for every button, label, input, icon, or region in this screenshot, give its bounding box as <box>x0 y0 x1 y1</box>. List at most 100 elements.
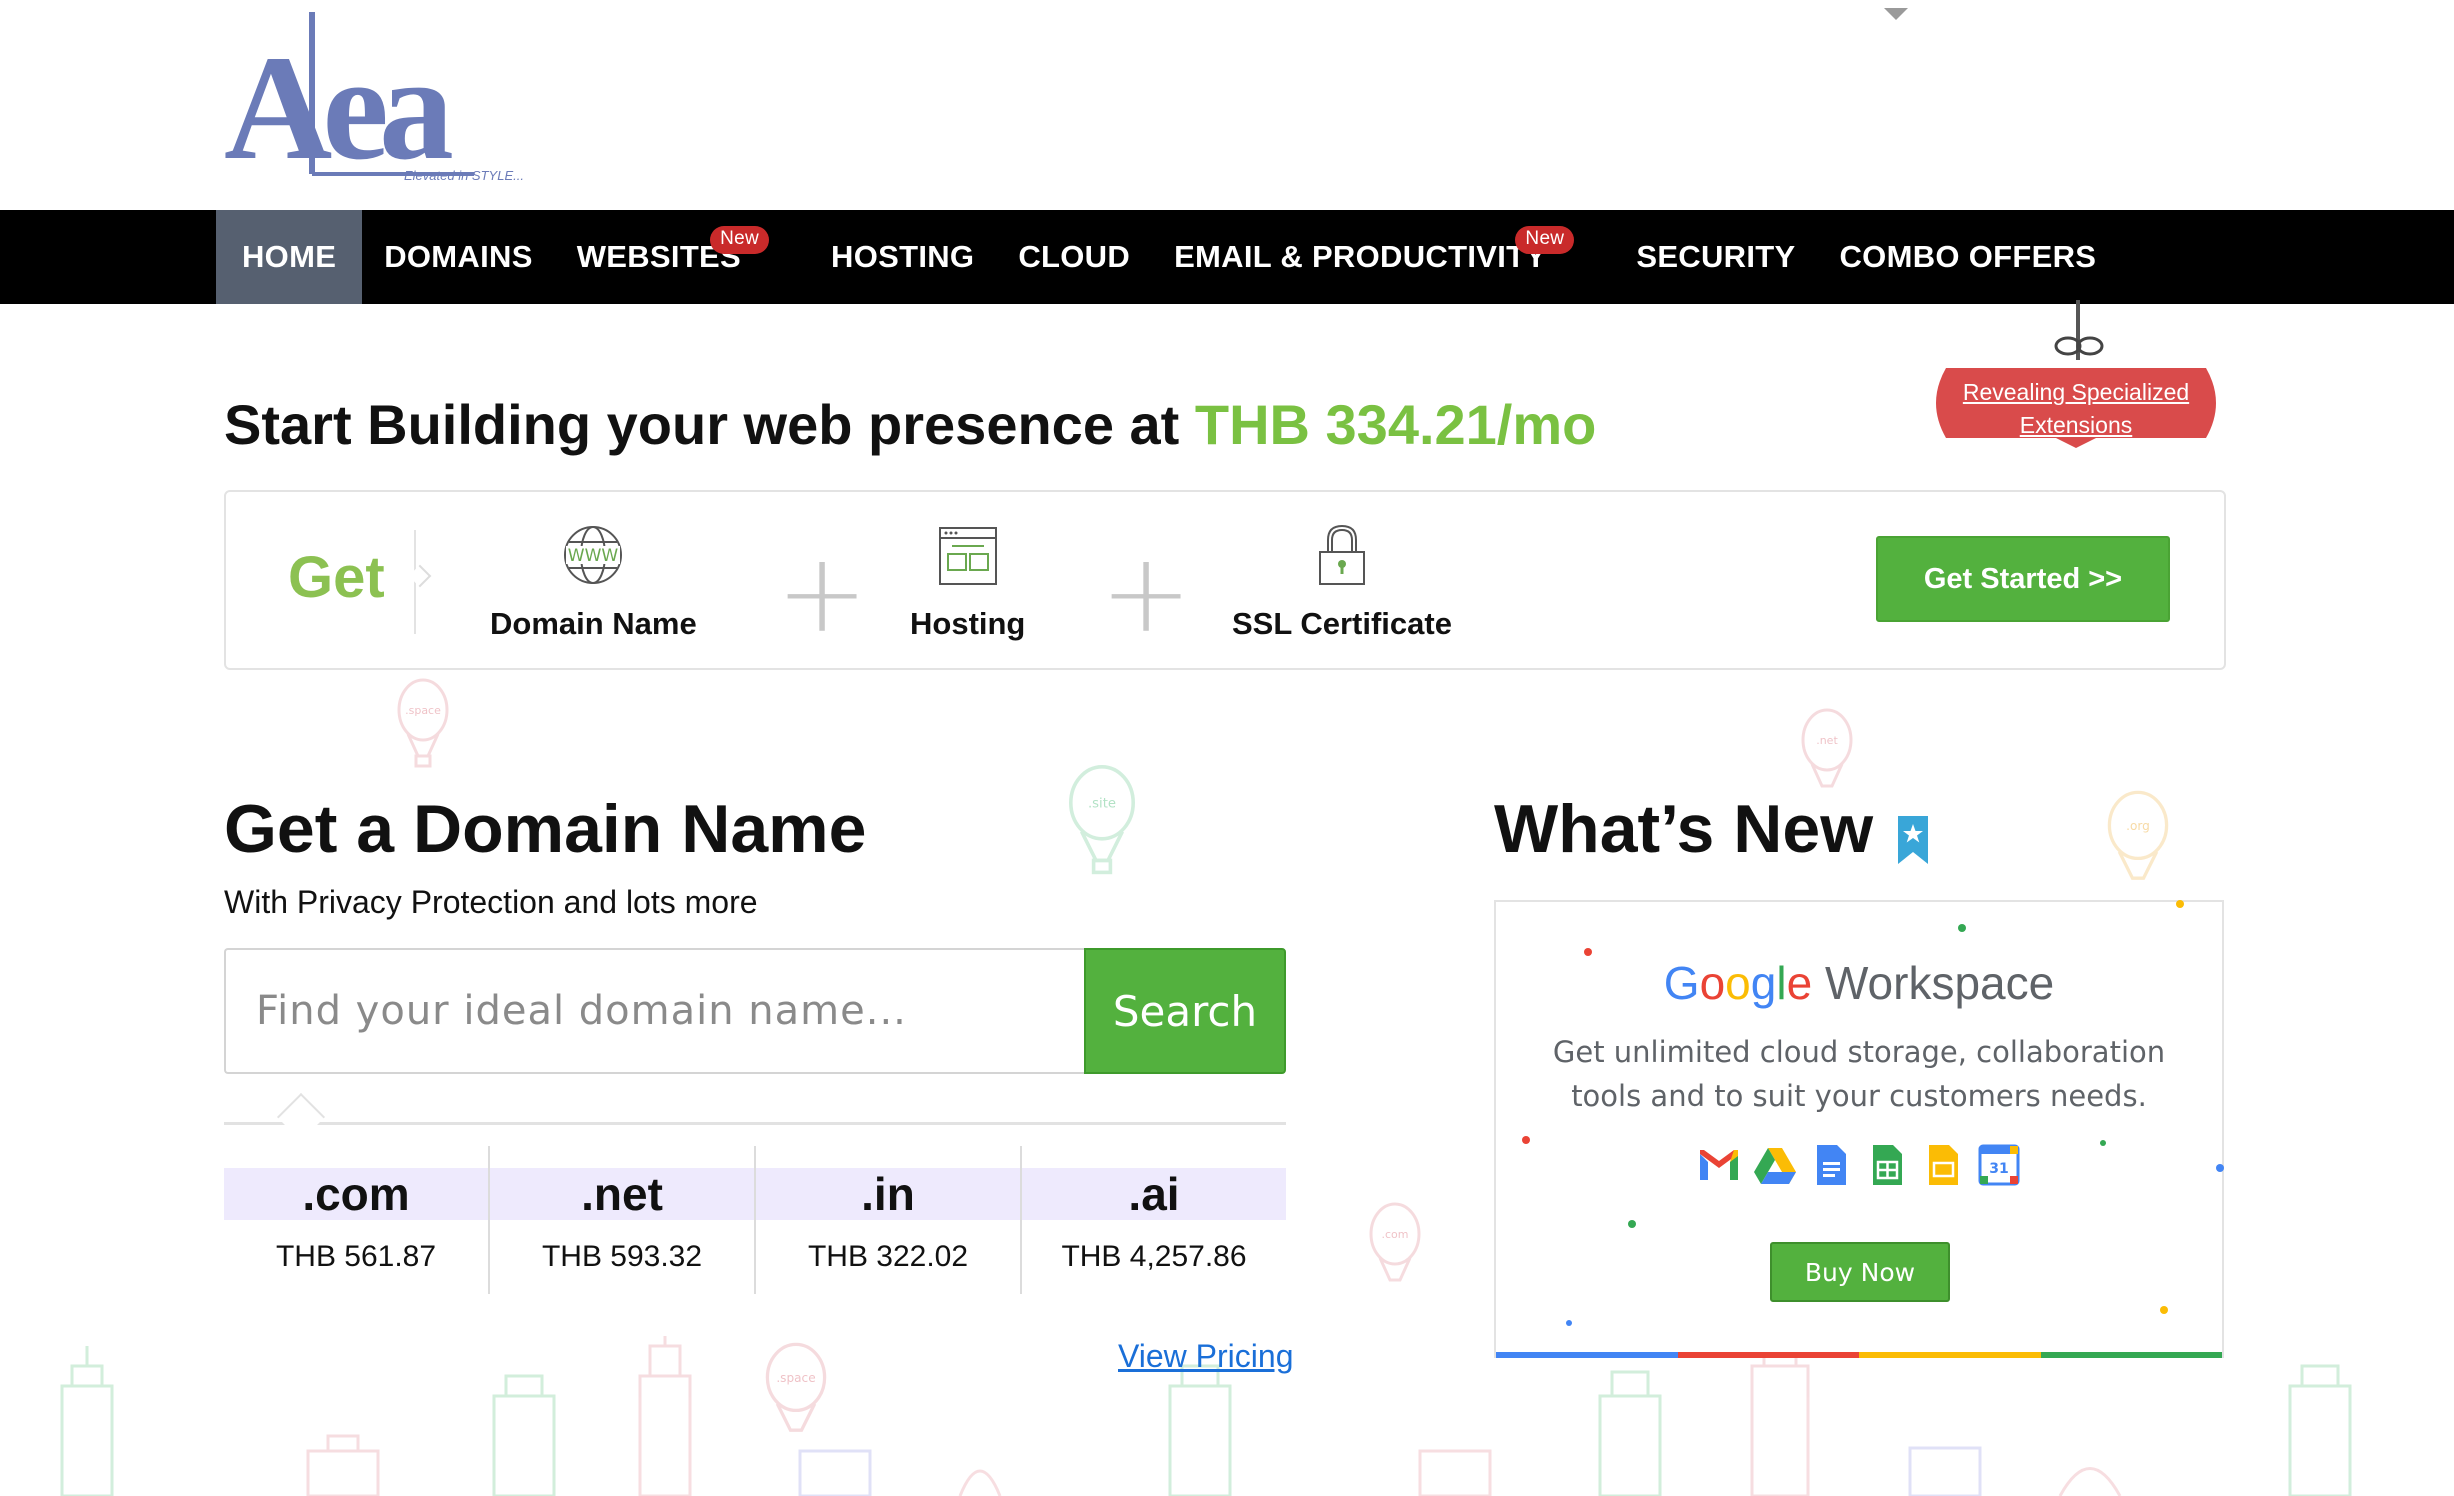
domain-section-title: Get a Domain Name <box>224 791 867 867</box>
sheets-icon <box>1873 1145 1902 1185</box>
nav-item-cloud[interactable]: CLOUD <box>996 210 1152 304</box>
tld-price: THB 322.02 <box>807 1240 969 1273</box>
nav-items: HOME DOMAINS WEBSITES New HOSTING CLOUD E… <box>216 210 2118 304</box>
google-workspace-description: Get unlimited cloud storage, collaborati… <box>1552 1035 2166 1113</box>
promo-link[interactable]: Revealing Specialized Extensions <box>1930 376 2222 442</box>
confetti-dot <box>2216 1164 2224 1172</box>
hosting-window-icon <box>938 527 997 585</box>
tld-price: THB 561.87 <box>275 1240 437 1273</box>
nav-item-security[interactable]: SECURITY <box>1614 210 1817 304</box>
confetti-dot <box>2160 1306 2168 1314</box>
divider <box>224 1122 1286 1125</box>
drive-icon <box>1754 1148 1796 1184</box>
bundle-item-label: Domain Name <box>490 606 697 641</box>
confetti-dot <box>2100 1140 2106 1146</box>
nav-item-label: SECURITY <box>1636 239 1796 274</box>
bundle-item-domain: WWW Domain Name <box>490 522 697 642</box>
bundle-item-hosting: Hosting <box>910 522 1025 642</box>
get-started-button[interactable]: Get Started >> <box>1876 536 2170 622</box>
calendar-icon: 31 <box>1978 1144 2020 1186</box>
nav-item-hosting[interactable]: HOSTING <box>809 210 996 304</box>
bookmark-star-icon <box>1898 816 1928 864</box>
tld-name: .in <box>756 1168 1020 1220</box>
bundle-item-label: Hosting <box>910 606 1026 641</box>
tld-name: .ai <box>1022 1168 1286 1220</box>
slides-icon <box>1929 1145 1958 1185</box>
nav-item-label: EMAIL & PRODUCTIVITY <box>1174 239 1547 274</box>
balloon-decoration: .com <box>1369 1202 1421 1282</box>
balloon-label: .net <box>1816 734 1838 747</box>
google-app-icons: 31 <box>1696 1142 2022 1192</box>
whats-new-title: What’s New <box>1494 791 1874 867</box>
confetti-dot <box>1628 1220 1636 1228</box>
confetti-dot <box>1522 1136 1530 1144</box>
domain-section-subtitle: With Privacy Protection and lots more <box>224 884 758 920</box>
headline-price: THB 334.21/mo <box>1194 393 1597 456</box>
bundle-get-label: Get <box>288 545 385 610</box>
balloon-decoration: .site <box>1069 765 1135 875</box>
svg-text:WWW: WWW <box>568 546 619 566</box>
caret-up-icon <box>276 1092 326 1142</box>
new-badge: New <box>710 226 770 254</box>
logo-mark: Aea <box>224 12 474 184</box>
main-nav: HOME DOMAINS WEBSITES New HOSTING CLOUD E… <box>0 210 2454 304</box>
nav-item-label: HOSTING <box>831 239 975 274</box>
logo-tagline: Elevated in STYLE... <box>404 168 524 183</box>
nav-item-home[interactable]: HOME <box>216 210 363 304</box>
padlock-icon <box>1318 524 1365 585</box>
site-logo[interactable]: Aea Elevated in STYLE... <box>224 8 534 184</box>
google-workspace-logo: Google Workspace <box>1663 957 2055 1009</box>
new-badge: New <box>1515 226 1575 254</box>
tld-price-list: .com THB 561.87 .net THB 593.32 .in THB … <box>224 1146 1286 1294</box>
tld-item[interactable]: .in THB 322.02 <box>754 1146 1020 1294</box>
dropdown-arrow-icon[interactable] <box>1884 8 1908 20</box>
balloon-label: .org <box>2126 819 2150 833</box>
headline-text: Start Building your web presence at <box>224 393 1195 456</box>
page-headline: Start Building your web presence at THB … <box>224 392 1596 457</box>
promo-line: Revealing Specialized <box>1962 379 2190 405</box>
confetti-dot <box>1584 948 1592 956</box>
docs-icon <box>1817 1145 1846 1185</box>
www-globe-icon: WWW <box>564 526 623 584</box>
confetti-dot <box>2176 900 2184 908</box>
nav-item-websites[interactable]: WEBSITES New <box>555 210 770 304</box>
calendar-day: 31 <box>1989 1161 2008 1177</box>
confetti-dot <box>1958 924 1966 932</box>
buy-now-button[interactable]: Buy Now <box>1770 1242 1950 1302</box>
tld-item[interactable]: .com THB 561.87 <box>224 1146 488 1294</box>
tld-item[interactable]: .net THB 593.32 <box>488 1146 754 1294</box>
plus-icon: + <box>776 529 869 657</box>
domain-search-form: Search <box>224 948 1286 1074</box>
gmail-icon <box>1700 1150 1738 1180</box>
brand-color-bar <box>1496 1352 2222 1358</box>
tld-price: THB 593.32 <box>541 1240 703 1273</box>
promo-line: Extensions <box>2019 412 2133 438</box>
bundle-offer-box: Get WWW Domain Name + Hosting + SSL Cert… <box>224 490 2226 670</box>
nav-item-domains[interactable]: DOMAINS <box>362 210 555 304</box>
balloon-label: .com <box>1382 1228 1409 1241</box>
tld-name: .net <box>490 1168 754 1220</box>
nav-item-label: DOMAINS <box>384 239 533 274</box>
tld-price: THB 4,257.86 <box>1061 1240 1247 1273</box>
bundle-item-label: SSL Certificate <box>1232 606 1452 641</box>
nav-item-label: HOME <box>242 239 337 274</box>
nav-item-label: COMBO OFFERS <box>1839 239 2097 274</box>
balloon-decoration: .space <box>397 678 449 768</box>
balloon-label: .space <box>405 704 441 717</box>
balloon-decoration: .org <box>2107 790 2169 880</box>
tld-item[interactable]: .ai THB 4,257.86 <box>1020 1146 1286 1294</box>
bundle-item-ssl: SSL Certificate <box>1232 522 1452 642</box>
chevron-right-icon <box>408 564 432 588</box>
plus-icon: + <box>1100 529 1193 657</box>
google-workspace-card: Google Workspace Get unlimited cloud sto… <box>1494 900 2224 1358</box>
svg-text:Aea: Aea <box>224 25 452 184</box>
confetti-dot <box>1566 1320 1572 1326</box>
domain-search-input[interactable] <box>224 948 1086 1074</box>
nav-item-email-productivity[interactable]: EMAIL & PRODUCTIVITY New <box>1152 210 1575 304</box>
nav-item-combo-offers[interactable]: COMBO OFFERS <box>1817 210 2118 304</box>
balloon-decoration: .space <box>765 1342 827 1432</box>
nav-item-label: CLOUD <box>1018 239 1131 274</box>
view-pricing-link[interactable]: View Pricing <box>1118 1338 1293 1375</box>
balloon-label: .site <box>1088 797 1116 812</box>
search-button[interactable]: Search <box>1084 948 1286 1074</box>
